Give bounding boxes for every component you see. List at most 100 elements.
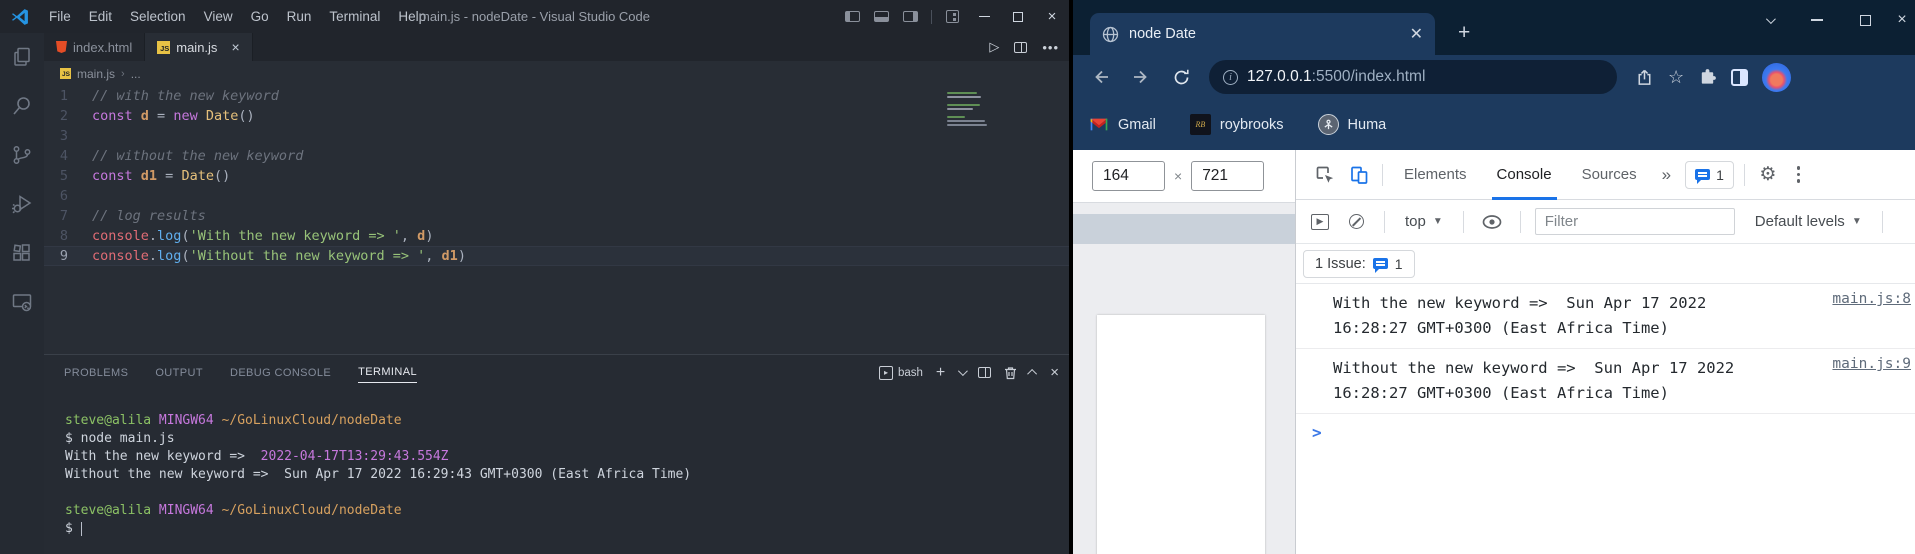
console-source-link[interactable]: main.js:9 <box>1832 356 1911 372</box>
code-line: 1// with the new keyword <box>44 86 1069 106</box>
context-selector[interactable]: top ▼ <box>1399 213 1449 230</box>
browser-maximize-button[interactable] <box>1841 0 1889 40</box>
vscode-maximize-button[interactable] <box>1001 0 1035 33</box>
issue-chip[interactable]: 1 Issue: 1 <box>1303 249 1415 278</box>
bookmark-huma[interactable]: Huma <box>1317 114 1386 135</box>
split-editor-icon[interactable] <box>1014 41 1028 53</box>
console-prompt-chevron[interactable]: > <box>1296 414 1915 442</box>
page-viewport[interactable] <box>1097 315 1265 554</box>
code-editor[interactable]: 1// with the new keyword 2 const d = new D… <box>44 86 1069 354</box>
bookmark-star-icon[interactable]: ☆ <box>1668 68 1684 86</box>
menu-edit[interactable]: Edit <box>80 0 121 33</box>
browser-tab[interactable]: node Date ✕ <box>1090 13 1435 55</box>
device-toolbar: × <box>1073 150 1295 203</box>
forward-icon[interactable] <box>1123 60 1159 94</box>
share-icon[interactable] <box>1635 68 1654 87</box>
more-tabs-icon[interactable]: » <box>1652 165 1681 185</box>
tab-search-chevron-icon[interactable] <box>1745 0 1793 40</box>
eye-icon[interactable] <box>1478 205 1506 239</box>
toggle-secondary-sidebar-icon[interactable] <box>903 11 918 22</box>
inspect-element-icon[interactable] <box>1308 158 1342 192</box>
browser-minimize-button[interactable] <box>1793 0 1841 40</box>
tab-debug-console[interactable]: DEBUG CONSOLE <box>230 363 331 383</box>
devtools-tab-sources[interactable]: Sources <box>1567 150 1652 200</box>
close-panel-icon[interactable]: × <box>1050 364 1059 381</box>
menu-help[interactable]: Help <box>389 0 435 33</box>
more-actions-icon[interactable]: ••• <box>1042 40 1059 55</box>
clear-console-icon[interactable] <box>1342 205 1370 239</box>
profile-avatar[interactable] <box>1762 62 1792 92</box>
shell-selector[interactable]: ▸ bash <box>878 365 923 380</box>
customize-layout-icon[interactable] <box>946 10 959 23</box>
remote-explorer-icon[interactable] <box>10 290 34 314</box>
tab-close-icon[interactable]: × <box>231 39 239 55</box>
new-terminal-icon[interactable]: + <box>936 364 945 381</box>
screen: File Edit Selection View Go Run Terminal… <box>0 0 1915 554</box>
browser-content: × Elements <box>1073 150 1915 554</box>
console-source-link[interactable]: main.js:8 <box>1832 291 1911 307</box>
devtools-tab-bar: Elements Console Sources » 1 ⚙ <box>1296 150 1915 200</box>
vscode-window: File Edit Selection View Go Run Terminal… <box>0 0 1069 554</box>
tab-main-js[interactable]: JS main.js × <box>145 33 253 61</box>
minimap[interactable] <box>947 92 987 126</box>
back-icon[interactable] <box>1083 60 1119 94</box>
console-message-row: Without the new keyword => Sun Apr 17 20… <box>1296 349 1915 414</box>
device-height-input[interactable] <box>1191 161 1265 191</box>
console-sidebar-icon[interactable]: ▶ <box>1306 205 1334 239</box>
terminal-line: $ <box>65 521 83 536</box>
site-info-icon[interactable]: i <box>1223 69 1238 85</box>
issues-chat-icon <box>1372 258 1388 273</box>
run-debug-icon[interactable] <box>10 192 34 216</box>
device-toolbar-icon[interactable] <box>1342 158 1376 192</box>
bookmark-roybrooks[interactable]: RB roybrooks <box>1189 114 1284 135</box>
tab-problems[interactable]: PROBLEMS <box>64 363 128 383</box>
address-bar[interactable]: i 127.0.0.1:5500/index.html <box>1209 60 1617 94</box>
extensions-puzzle-icon[interactable] <box>1698 68 1717 87</box>
vscode-close-button[interactable]: × <box>1035 0 1069 33</box>
code-lines: 1// with the new keyword 2 const d = new D… <box>44 86 1069 266</box>
menu-view[interactable]: View <box>195 0 242 33</box>
browser-close-button[interactable]: × <box>1889 0 1915 40</box>
device-width-input[interactable] <box>1092 161 1165 191</box>
toggle-panel-icon[interactable] <box>874 11 889 22</box>
code-line: 4// without the new keyword <box>44 146 1069 166</box>
toggle-sidebar-icon[interactable] <box>845 11 860 22</box>
terminal-output[interactable]: steve@alila MINGW64 ~/GoLinuxCloud/nodeD… <box>44 390 1069 554</box>
issues-badge[interactable]: 1 <box>1685 160 1734 189</box>
bookmark-gmail[interactable]: Gmail <box>1089 117 1156 133</box>
split-terminal-icon[interactable] <box>978 367 992 378</box>
new-tab-button[interactable]: + <box>1458 22 1470 43</box>
refresh-icon[interactable] <box>1163 60 1199 94</box>
devtools-tab-console[interactable]: Console <box>1482 150 1567 200</box>
vscode-minimize-button[interactable] <box>967 0 1001 33</box>
menu-terminal[interactable]: Terminal <box>320 0 389 33</box>
menu-go[interactable]: Go <box>242 0 278 33</box>
search-icon[interactable] <box>10 94 34 118</box>
explorer-icon[interactable] <box>10 45 34 69</box>
sidebar-panel-icon[interactable] <box>1731 68 1749 86</box>
tab-terminal[interactable]: TERMINAL <box>358 362 417 383</box>
divider <box>1743 163 1745 186</box>
devtools-tab-elements[interactable]: Elements <box>1389 150 1482 200</box>
run-file-icon[interactable]: ▷ <box>989 39 999 55</box>
source-control-icon[interactable] <box>10 143 34 167</box>
device-scroll-strip[interactable] <box>1073 214 1295 244</box>
tab-output[interactable]: OUTPUT <box>155 363 203 383</box>
tab-close-icon[interactable]: ✕ <box>1410 24 1423 44</box>
terminal-icon: ▸ <box>878 365 893 380</box>
console-filter-input[interactable] <box>1534 208 1735 235</box>
breadcrumb[interactable]: JS main.js › ... <box>44 61 1069 86</box>
console-toolbar: ▶ top▼ Default levels▼ <box>1296 200 1915 244</box>
devtools-menu-icon[interactable] <box>1785 166 1813 183</box>
code-line: 5 const d1 = Date() <box>44 166 1069 186</box>
settings-gear-icon[interactable]: ⚙ <box>1751 158 1785 192</box>
tab-index-html[interactable]: index.html <box>44 33 146 61</box>
menu-run[interactable]: Run <box>278 0 321 33</box>
extensions-icon[interactable] <box>10 241 34 265</box>
log-levels-selector[interactable]: Default levels ▼ <box>1749 213 1868 230</box>
menu-file[interactable]: File <box>40 0 80 33</box>
trash-icon[interactable] <box>1004 366 1017 380</box>
chevron-up-icon[interactable] <box>1027 368 1038 379</box>
chevron-down-icon[interactable] <box>958 366 969 377</box>
menu-selection[interactable]: Selection <box>121 0 195 33</box>
